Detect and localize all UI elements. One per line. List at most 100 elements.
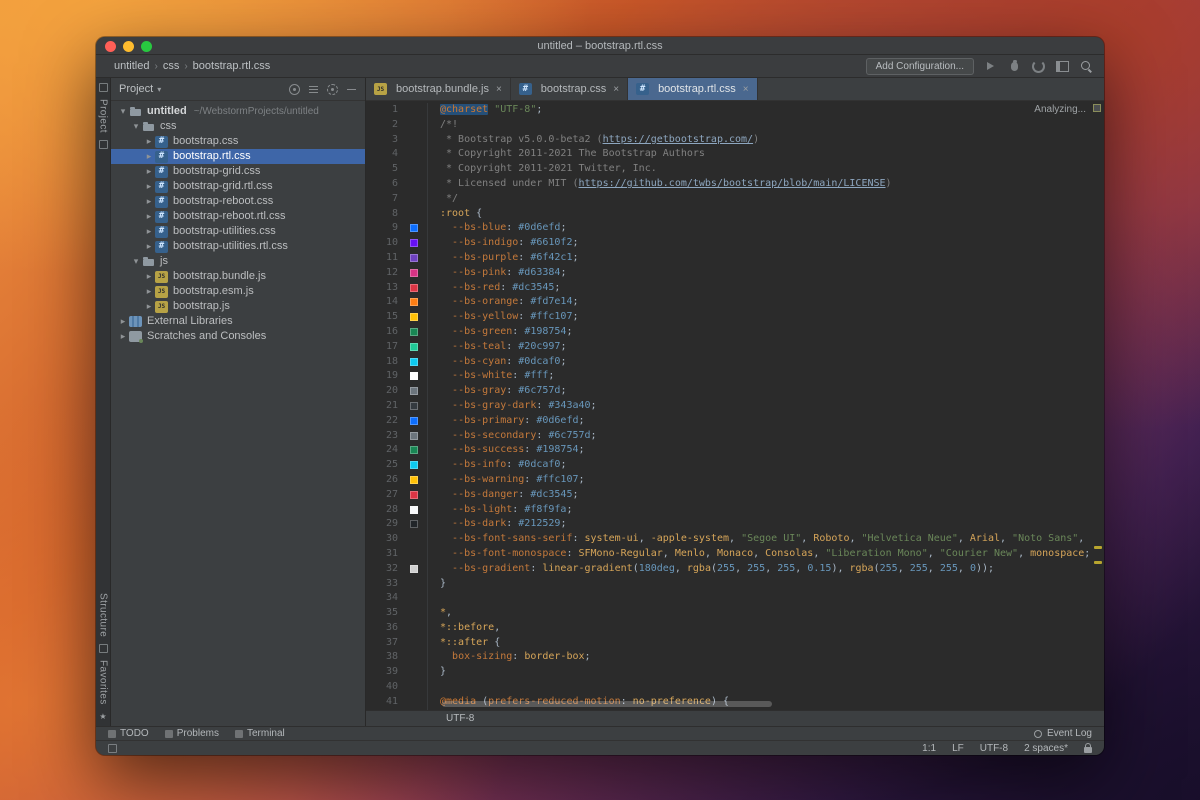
project-panel-header[interactable]: Project ▾: [111, 78, 365, 101]
chevron-right-icon[interactable]: ▸: [143, 134, 155, 149]
breadcrumb-item-untitled[interactable]: untitled: [114, 60, 149, 72]
chevron-down-icon[interactable]: ▾: [117, 104, 129, 119]
code-token[interactable]: Menlo: [675, 548, 705, 559]
tree-item-bootstrap-reboot-rtl-css[interactable]: ▸#bootstrap-reboot.rtl.css: [111, 209, 365, 224]
chevron-right-icon[interactable]: ▸: [143, 224, 155, 239]
code-token[interactable]: border-box: [524, 651, 584, 662]
code-token[interactable]: #0d6efd: [518, 222, 560, 233]
color-swatch[interactable]: [410, 269, 418, 277]
code-line-39[interactable]: 39}: [366, 665, 1104, 680]
code-token[interactable]: "Segoe UI": [741, 533, 801, 544]
code-text[interactable]: --bs-gradient: linear-gradient(180deg, r…: [428, 562, 1104, 577]
code-token[interactable]: {: [470, 208, 482, 219]
code-token[interactable]: Arial: [970, 533, 1000, 544]
code-line-12[interactable]: 12 --bs-pink: #d63384;: [366, 266, 1104, 281]
code-token[interactable]: */: [440, 193, 458, 204]
run-icon[interactable]: [983, 59, 998, 74]
code-token[interactable]: --bs-secondary: [452, 430, 536, 441]
code-token[interactable]: "Noto Sans": [1012, 533, 1078, 544]
code-token[interactable]: "Liberation Mono": [825, 548, 927, 559]
code-line-7[interactable]: 7 */: [366, 192, 1104, 207]
code-token[interactable]: --bs-green: [452, 326, 512, 337]
code-token[interactable]: #0dcaf0: [518, 459, 560, 470]
code-token[interactable]: [440, 563, 452, 574]
code-token[interactable]: #dc3545: [512, 282, 554, 293]
tool-window-button-todo[interactable]: TODO: [108, 728, 149, 739]
code-token[interactable]: }: [440, 666, 446, 677]
collapse-all-icon[interactable]: [308, 84, 319, 95]
code-token[interactable]: [440, 267, 452, 278]
code-token[interactable]: ,: [928, 548, 940, 559]
code-line-11[interactable]: 11 --bs-purple: #6f42c1;: [366, 251, 1104, 266]
code-token[interactable]: ;: [560, 356, 566, 367]
code-line-37[interactable]: 37*::after {: [366, 636, 1104, 651]
color-swatch[interactable]: [410, 224, 418, 232]
inspections-indicator-icon[interactable]: [1093, 104, 1101, 112]
chevron-right-icon[interactable]: ▸: [143, 179, 155, 194]
code-token[interactable]: 255: [777, 563, 795, 574]
code-line-31[interactable]: 31 --bs-font-monospace: SFMono-Regular, …: [366, 547, 1104, 562]
code-token[interactable]: [440, 430, 452, 441]
code-token[interactable]: #6c757d: [518, 385, 560, 396]
color-swatch[interactable]: [410, 313, 418, 321]
color-swatch[interactable]: [410, 298, 418, 306]
color-swatch[interactable]: [410, 520, 418, 528]
code-token[interactable]: ;: [554, 282, 560, 293]
code-token[interactable]: box-sizing: [452, 651, 512, 662]
code-token[interactable]: -apple-system: [651, 533, 729, 544]
code-token[interactable]: ,: [494, 622, 500, 633]
code-token[interactable]: * Copyright 2011-2021 The Bootstrap Auth…: [440, 148, 705, 159]
code-token[interactable]: ;: [572, 296, 578, 307]
code-text[interactable]: --bs-blue: #0d6efd;: [428, 221, 1104, 236]
code-line-23[interactable]: 23 --bs-secondary: #6c757d;: [366, 429, 1104, 444]
tree-item-bootstrap-rtl-css[interactable]: ▸#bootstrap.rtl.css: [111, 149, 365, 164]
chevron-right-icon[interactable]: ▸: [143, 194, 155, 209]
tree-item-bootstrap-reboot-css[interactable]: ▸#bootstrap-reboot.css: [111, 194, 365, 209]
code-line-9[interactable]: 9 --bs-blue: #0d6efd;: [366, 221, 1104, 236]
code-token[interactable]: :: [518, 296, 530, 307]
code-line-17[interactable]: 17 --bs-teal: #20c997;: [366, 340, 1104, 355]
code-token[interactable]: SFMono-Regular: [578, 548, 662, 559]
code-line-34[interactable]: 34: [366, 591, 1104, 606]
code-text[interactable]: [428, 680, 1104, 695]
code-token[interactable]: :: [506, 356, 518, 367]
code-line-38[interactable]: 38 box-sizing: border-box;: [366, 650, 1104, 665]
color-swatch[interactable]: [410, 491, 418, 499]
tree-item-external-libraries[interactable]: ▸External Libraries: [111, 314, 365, 329]
code-token[interactable]: 255: [880, 563, 898, 574]
code-token[interactable]: #6f42c1: [530, 252, 572, 263]
code-token[interactable]: --bs-gray-dark: [452, 400, 536, 411]
code-text[interactable]: --bs-yellow: #ffc107;: [428, 310, 1104, 325]
code-line-6[interactable]: 6 * Licensed under MIT (https://github.c…: [366, 177, 1104, 192]
code-token[interactable]: ;: [560, 267, 566, 278]
close-button[interactable]: [105, 41, 116, 52]
chevron-right-icon[interactable]: ▸: [143, 284, 155, 299]
code-token[interactable]: --bs-gradient: [452, 563, 530, 574]
code-line-40[interactable]: 40: [366, 680, 1104, 695]
code-token[interactable]: :: [500, 282, 512, 293]
code-token[interactable]: :: [536, 400, 548, 411]
code-line-8[interactable]: 8:root {: [366, 207, 1104, 222]
code-token[interactable]: ;: [572, 237, 578, 248]
color-swatch[interactable]: [410, 461, 418, 469]
code-token[interactable]: #ffc107: [530, 311, 572, 322]
color-swatch[interactable]: [410, 284, 418, 292]
code-text[interactable]: :root {: [428, 207, 1104, 222]
code-text[interactable]: *::after {: [428, 636, 1104, 651]
code-token[interactable]: ;: [572, 252, 578, 263]
code-text[interactable]: --bs-indigo: #6610f2;: [428, 236, 1104, 251]
code-token[interactable]: /*!: [440, 119, 458, 130]
code-token[interactable]: --bs-font-sans-serif: [452, 533, 572, 544]
code-token[interactable]: [440, 356, 452, 367]
chevron-down-icon[interactable]: ▾: [157, 85, 161, 94]
code-token[interactable]: monospace: [1030, 548, 1084, 559]
code-token[interactable]: #212529: [518, 518, 560, 529]
code-token[interactable]: :: [506, 341, 518, 352]
code-line-28[interactable]: 28 --bs-light: #f8f9fa;: [366, 503, 1104, 518]
code-token[interactable]: #6610f2: [530, 237, 572, 248]
color-swatch[interactable]: [410, 254, 418, 262]
code-token[interactable]: #f8f9fa: [524, 504, 566, 515]
code-text[interactable]: --bs-orange: #fd7e14;: [428, 295, 1104, 310]
code-token[interactable]: ,: [801, 533, 813, 544]
code-token[interactable]: :: [518, 311, 530, 322]
